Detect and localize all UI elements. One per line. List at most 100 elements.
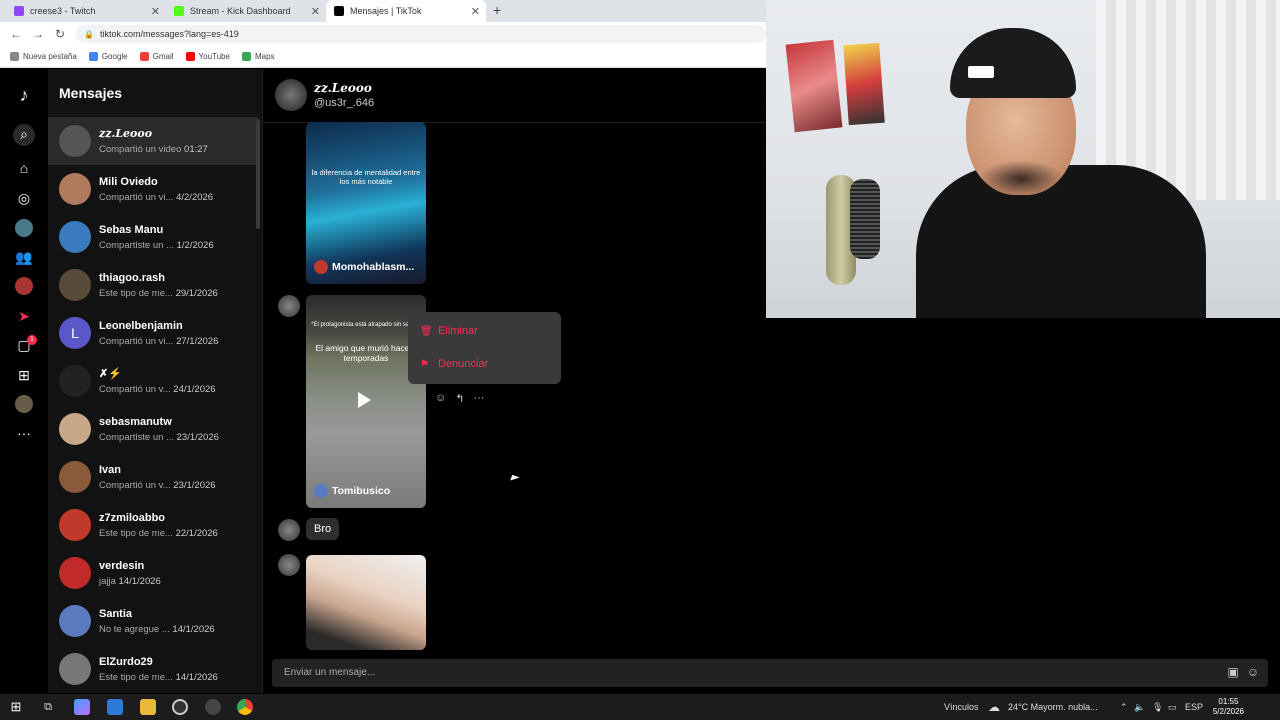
conversation-item[interactable]: zz.Leooo Compartió un video 01:27 — [48, 117, 258, 165]
following-avatar-icon[interactable] — [15, 219, 33, 237]
preview-text: Compartió un vi... — [99, 191, 174, 203]
message-bubble[interactable]: Bro — [306, 518, 340, 540]
send-icon[interactable]: ➤ — [14, 306, 34, 326]
tab-twitch[interactable]: creese3 - Twitch ✕ — [6, 0, 166, 22]
preview-text: Compartiste un ... — [99, 239, 174, 251]
conversation-item[interactable]: Ivan Compartió un v... 23/1/2026 — [48, 453, 258, 501]
menu-label: Denunciar — [438, 358, 489, 370]
emoji-icon[interactable]: ☺ — [1246, 665, 1260, 679]
preview-time: 01:27 — [184, 144, 208, 155]
conversation-item[interactable]: thiagoo.rash Este tipo de me... 29/1/2026 — [48, 261, 258, 309]
play-icon[interactable] — [358, 392, 371, 408]
network-icon[interactable]: ▭ — [1168, 694, 1177, 720]
emoji-react-icon[interactable]: ☺ — [435, 392, 446, 405]
chat-contact-name[interactable]: zz.Leooo — [314, 81, 372, 95]
bookmark-new-tab[interactable]: Nueva pestaña — [10, 52, 77, 61]
conversation-item[interactable]: L Leonelbenjamin Compartió un vi... 27/1/2… — [48, 309, 258, 357]
tab-kick[interactable]: Stream - Kick Dashboard ✕ — [166, 0, 326, 22]
search-icon[interactable]: ⌕ — [13, 124, 35, 146]
streamer-beard — [978, 160, 1064, 198]
inbox-scrollbar[interactable] — [256, 119, 260, 229]
conversation-item[interactable]: z7zmiloabbo Este tipo de me... 22/1/2026 — [48, 501, 258, 549]
chat-header: zz.Leooo @us3r_.646 — [263, 69, 767, 123]
forward-icon[interactable]: → — [32, 27, 44, 41]
conversation-preview: Compartiste un ... 23/1/2026 — [99, 432, 219, 443]
links-label[interactable]: Vínculos — [944, 694, 979, 720]
conversation-preview: Este tipo de me... 22/1/2026 — [99, 528, 218, 539]
conversation-item[interactable]: Santia No te agregue ... 14/1/2026 — [48, 597, 258, 645]
shared-video-card[interactable] — [306, 555, 426, 650]
taskbar-clock[interactable]: 01:55 5/2/2026 — [1213, 697, 1244, 717]
friends-icon[interactable]: 👥 — [14, 247, 34, 267]
live-icon[interactable] — [15, 277, 33, 295]
tab-title: creese3 - Twitch — [30, 6, 96, 16]
language-indicator[interactable]: ESP — [1185, 694, 1203, 720]
url-text: tiktok.com/messages?lang=es-419 — [99, 29, 239, 39]
windows-start-icon[interactable]: ⊞ — [8, 699, 24, 715]
obs-icon[interactable] — [205, 699, 221, 715]
conversation-item[interactable]: ✗⚡ Compartió un v... 24/1/2026 — [48, 357, 258, 405]
close-icon[interactable]: ✕ — [471, 5, 480, 18]
tab-tiktok[interactable]: Mensajes | TikTok ✕ — [326, 0, 486, 22]
conversation-item[interactable]: Mili Oviedo Compartió un vi... 4/2/2026 — [48, 165, 258, 213]
delete-menu-item[interactable]: 🗑 Eliminar — [420, 325, 478, 337]
tray-chevron-icon[interactable]: ⌃ — [1120, 694, 1128, 720]
preview-time: 14/1/2026 — [172, 623, 215, 635]
report-menu-item[interactable]: ⚑ Denunciar — [420, 358, 488, 370]
bookmark-youtube[interactable]: YouTube — [185, 52, 230, 61]
gmail-icon — [139, 52, 149, 61]
close-icon[interactable]: ✕ — [151, 5, 160, 18]
bookmark-google[interactable]: Google — [88, 52, 128, 61]
conversation-item[interactable]: verdesin jajja 14/1/2026 — [48, 549, 258, 597]
explore-icon[interactable]: ◎ — [14, 188, 34, 208]
conversation-item[interactable]: Sebas Manu Compartiste un ... 1/2/2026 — [48, 213, 258, 261]
chrome-icon[interactable] — [237, 699, 253, 715]
conversation-preview: Compartió un video 01:27 — [99, 144, 208, 155]
profile-avatar-icon[interactable] — [15, 395, 33, 413]
weather-text[interactable]: 24°C Mayorm. nubla... — [1008, 694, 1098, 720]
home-icon[interactable]: ⌂ — [14, 158, 34, 178]
poster — [843, 42, 885, 126]
more-icon[interactable]: ··· — [14, 423, 34, 443]
conversation-preview: Compartió un v... 24/1/2026 — [99, 384, 216, 395]
preview-text: Este tipo de me... — [99, 671, 173, 683]
back-icon[interactable]: ← — [10, 27, 22, 41]
avatar — [278, 519, 300, 541]
conversation-text: zz.Leooo Compartió un video 01:27 — [99, 127, 208, 155]
reply-icon[interactable]: ↰ — [455, 392, 464, 405]
conversation-preview: Compartió un vi... 4/2/2026 — [99, 192, 213, 203]
bookmark-gmail[interactable]: Gmail — [139, 52, 174, 61]
new-tab-icon[interactable]: + — [493, 2, 501, 18]
mic-icon[interactable]: 🎙 — [1152, 694, 1163, 720]
messages-badge: 1 — [27, 335, 37, 345]
conversation-text: ✗⚡ Compartió un v... 24/1/2026 — [99, 367, 216, 395]
avatar[interactable] — [275, 79, 307, 111]
message-input[interactable]: Enviar un mensaje... ▣ ☺ — [272, 659, 1268, 687]
twitch-icon — [14, 6, 24, 16]
bookmark-label: YouTube — [198, 52, 230, 61]
preview-time: 22/1/2026 — [175, 527, 218, 539]
clock-time: 01:55 — [1218, 697, 1239, 706]
conversation-item[interactable]: sebasmanutw Compartiste un ... 23/1/2026 — [48, 405, 258, 453]
volume-icon[interactable]: 🔈 — [1134, 694, 1145, 720]
bookmark-maps[interactable]: Maps — [241, 52, 275, 61]
store-icon[interactable] — [107, 699, 123, 715]
file-explorer-icon[interactable] — [140, 699, 156, 715]
conversation-item[interactable]: ElZurdo29 Este tipo de me... 14/1/2026 — [48, 645, 258, 693]
tiktok-logo-icon[interactable]: ♪ — [14, 85, 34, 105]
task-view-icon[interactable]: ⧉ — [40, 699, 56, 715]
image-icon[interactable]: ▣ — [1226, 665, 1240, 679]
pop-filter — [850, 179, 880, 259]
kick-icon — [174, 6, 184, 16]
bookmark-label: Gmail — [152, 52, 174, 61]
reload-icon[interactable]: ↻ — [54, 27, 66, 41]
url-input[interactable]: 🔒 tiktok.com/messages?lang=es-419 — [76, 25, 766, 43]
shared-video-card[interactable]: la diferencia de mentalidad entre los má… — [306, 122, 426, 284]
preview-text: Compartió un vi... — [99, 335, 174, 347]
media-player-icon[interactable] — [172, 699, 188, 715]
copilot-icon[interactable] — [74, 699, 90, 715]
avatar — [59, 173, 91, 205]
more-options-icon[interactable]: ··· — [473, 392, 484, 405]
upload-icon[interactable]: ⊞ — [14, 365, 34, 385]
close-icon[interactable]: ✕ — [311, 5, 320, 18]
